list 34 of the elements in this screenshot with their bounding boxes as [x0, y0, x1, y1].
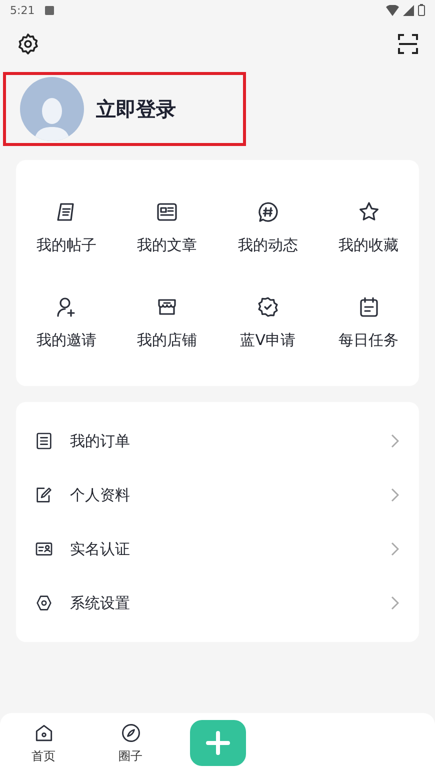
chevron-right-icon: [391, 542, 399, 556]
signal-icon: [403, 4, 414, 16]
chevron-right-icon: [391, 488, 399, 502]
plus-icon: [204, 730, 230, 756]
menu-item[interactable]: 实名认证: [16, 522, 419, 576]
wifi-icon: [386, 4, 399, 16]
shortcut-item[interactable]: 我的动态: [218, 200, 318, 255]
compass-icon: [120, 722, 142, 744]
shortcut-item[interactable]: 我的帖子: [16, 200, 117, 255]
shortcut-item[interactable]: 我的店铺: [116, 295, 218, 350]
nav-item[interactable]: 圈子: [87, 713, 174, 773]
shortcut-item[interactable]: 我的邀请: [16, 295, 117, 350]
shortcut-item[interactable]: 蓝V申请: [218, 295, 318, 350]
edit-document-icon: [34, 485, 54, 505]
scan-icon[interactable]: [397, 33, 419, 55]
status-time: 5:21: [10, 4, 35, 16]
shortcut-item[interactable]: 我的文章: [116, 200, 218, 255]
chevron-right-icon: [391, 596, 399, 610]
login-link[interactable]: 立即登录: [96, 96, 176, 122]
notification-icon: [44, 6, 54, 14]
shortcut-item[interactable]: 我的收藏: [318, 200, 419, 255]
nav-item[interactable]: 首页: [0, 713, 87, 773]
hashtag-bubble-icon: [256, 200, 280, 224]
news-card-icon: [155, 200, 180, 224]
shortcut-item[interactable]: 每日任务: [318, 295, 419, 350]
battery-icon: [418, 4, 425, 16]
list-icon: [34, 431, 54, 451]
menu-item[interactable]: 个人资料: [16, 468, 419, 522]
menu-item[interactable]: 系统设置: [16, 576, 419, 630]
menu-item[interactable]: 我的订单: [16, 414, 419, 468]
verified-badge-icon: [256, 295, 280, 319]
settings-icon[interactable]: [16, 32, 40, 56]
chevron-right-icon: [391, 434, 399, 448]
hexagon-icon: [34, 593, 54, 613]
